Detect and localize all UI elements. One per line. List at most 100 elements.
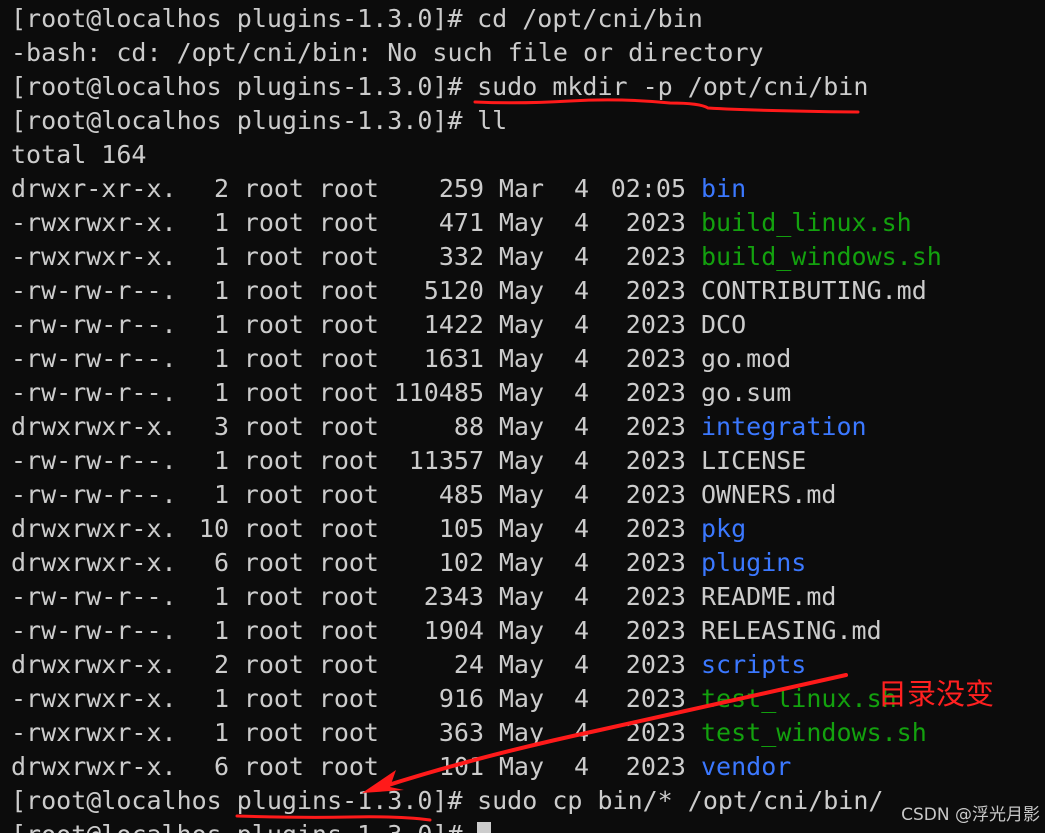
listing-month: May bbox=[498, 276, 544, 305]
listing-month: May bbox=[498, 650, 544, 679]
listing-group: root bbox=[318, 446, 379, 475]
listing-size: 24 bbox=[453, 650, 484, 679]
listing-time: 2023 bbox=[625, 310, 686, 339]
listing-row: -rwxrwxr-x. 1 root root 363 May 4 2023 test_wind… bbox=[11, 716, 927, 750]
listing-size: 363 bbox=[438, 718, 484, 747]
listing-filename: test_linux.sh bbox=[701, 684, 897, 713]
listing-size: 5120 bbox=[423, 276, 484, 305]
listing-row: -rw-rw-r--. 1 root root 1422 May 4 2023 DCO bbox=[11, 308, 746, 342]
listing-group: root bbox=[318, 752, 379, 781]
listing-time: 2023 bbox=[625, 548, 686, 577]
listing-filename: CONTRIBUTING.md bbox=[701, 276, 927, 305]
listing-permissions: -rw-rw-r--. bbox=[11, 378, 177, 407]
listing-permissions: -rw-rw-r--. bbox=[11, 480, 177, 509]
listing-group: root bbox=[318, 310, 379, 339]
listing-time: 2023 bbox=[625, 208, 686, 237]
terminal-line-ll: [root@localhos plugins-1.3.0]# ll bbox=[11, 104, 507, 138]
listing-row: -rwxrwxr-x. 1 root root 471 May 4 2023 build_lin… bbox=[11, 206, 912, 240]
listing-owner: root bbox=[243, 616, 304, 645]
listing-day: 4 bbox=[573, 480, 589, 509]
listing-link-count: 1 bbox=[213, 480, 229, 509]
listing-permissions: -rw-rw-r--. bbox=[11, 616, 177, 645]
listing-link-count: 1 bbox=[213, 718, 229, 747]
listing-group: root bbox=[318, 378, 379, 407]
listing-row: drwxrwxr-x. 3 root root 88 May 4 2023 integratio… bbox=[11, 410, 867, 444]
listing-time: 2023 bbox=[625, 582, 686, 611]
listing-month: May bbox=[498, 378, 544, 407]
listing-day: 4 bbox=[573, 582, 589, 611]
listing-month: May bbox=[498, 582, 544, 611]
listing-owner: root bbox=[243, 378, 304, 407]
listing-permissions: drwxrwxr-x. bbox=[11, 650, 177, 679]
listing-size: 1422 bbox=[423, 310, 484, 339]
listing-day: 4 bbox=[573, 446, 589, 475]
listing-owner: root bbox=[243, 752, 304, 781]
terminal-line-current[interactable]: [root@localhos plugins-1.3.0]# bbox=[11, 818, 492, 833]
listing-day: 4 bbox=[573, 412, 589, 441]
listing-month: May bbox=[498, 208, 544, 237]
listing-row: -rwxrwxr-x. 1 root root 332 May 4 2023 build_win… bbox=[11, 240, 942, 274]
listing-group: root bbox=[318, 548, 379, 577]
listing-link-count: 2 bbox=[213, 650, 229, 679]
listing-group: root bbox=[318, 650, 379, 679]
terminal-window[interactable]: [root@localhos plugins-1.3.0]# cd /opt/c… bbox=[0, 0, 1045, 833]
listing-permissions: drwxrwxr-x. bbox=[11, 548, 177, 577]
listing-size: 2343 bbox=[423, 582, 484, 611]
listing-group: root bbox=[318, 242, 379, 271]
listing-filename: scripts bbox=[701, 650, 807, 679]
listing-size: 1631 bbox=[423, 344, 484, 373]
listing-permissions: -rw-rw-r--. bbox=[11, 310, 177, 339]
listing-link-count: 3 bbox=[213, 412, 229, 441]
listing-group: root bbox=[318, 480, 379, 509]
listing-filename: build_windows.sh bbox=[701, 242, 942, 271]
listing-group: root bbox=[318, 582, 379, 611]
listing-owner: root bbox=[243, 514, 304, 543]
listing-month: May bbox=[498, 446, 544, 475]
terminal-line-error: -bash: cd: /opt/cni/bin: No such file or… bbox=[11, 36, 764, 70]
listing-group: root bbox=[318, 412, 379, 441]
listing-group: root bbox=[318, 208, 379, 237]
listing-month: May bbox=[498, 616, 544, 645]
listing-month: May bbox=[498, 684, 544, 713]
listing-owner: root bbox=[243, 650, 304, 679]
listing-time: 2023 bbox=[625, 480, 686, 509]
listing-size: 916 bbox=[438, 684, 484, 713]
listing-day: 4 bbox=[573, 276, 589, 305]
listing-time: 2023 bbox=[625, 650, 686, 679]
terminal-line-cp: [root@localhos plugins-1.3.0]# sudo cp b… bbox=[11, 784, 883, 818]
listing-size: 485 bbox=[438, 480, 484, 509]
command-cd: cd /opt/cni/bin bbox=[477, 4, 703, 33]
terminal-line-cd: [root@localhos plugins-1.3.0]# cd /opt/c… bbox=[11, 2, 703, 36]
listing-filename: README.md bbox=[701, 582, 837, 611]
listing-filename: build_linux.sh bbox=[701, 208, 912, 237]
listing-size: 101 bbox=[438, 752, 484, 781]
listing-size: 1904 bbox=[423, 616, 484, 645]
listing-filename: go.sum bbox=[701, 378, 792, 407]
listing-permissions: -rw-rw-r--. bbox=[11, 446, 177, 475]
listing-filename: vendor bbox=[701, 752, 792, 781]
listing-link-count: 2 bbox=[213, 174, 229, 203]
listing-link-count: 1 bbox=[213, 378, 229, 407]
listing-filename: OWNERS.md bbox=[701, 480, 837, 509]
command-mkdir: sudo mkdir -p /opt/cni/bin bbox=[477, 72, 869, 101]
listing-size: 88 bbox=[453, 412, 484, 441]
listing-owner: root bbox=[243, 276, 304, 305]
listing-group: root bbox=[318, 514, 379, 543]
listing-permissions: -rwxrwxr-x. bbox=[11, 208, 177, 237]
listing-link-count: 1 bbox=[213, 616, 229, 645]
listing-link-count: 1 bbox=[213, 310, 229, 339]
listing-owner: root bbox=[243, 480, 304, 509]
listing-month: Mar bbox=[498, 174, 544, 203]
shell-prompt: [root@localhos plugins-1.3.0]# bbox=[11, 72, 463, 101]
listing-link-count: 1 bbox=[213, 242, 229, 271]
listing-time: 2023 bbox=[625, 752, 686, 781]
listing-owner: root bbox=[243, 242, 304, 271]
listing-group: root bbox=[318, 684, 379, 713]
listing-total: total 164 bbox=[11, 140, 147, 169]
listing-filename: go.mod bbox=[701, 344, 792, 373]
listing-time: 02:05 bbox=[610, 174, 686, 203]
listing-owner: root bbox=[243, 446, 304, 475]
listing-row: drwxrwxr-x. 6 root root 101 May 4 2023 vendor bbox=[11, 750, 791, 784]
listing-size: 102 bbox=[438, 548, 484, 577]
listing-month: May bbox=[498, 514, 544, 543]
